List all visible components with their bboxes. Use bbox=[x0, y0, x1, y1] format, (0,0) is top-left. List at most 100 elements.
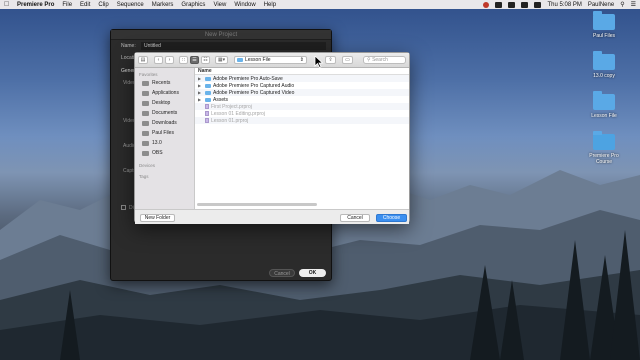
file-name: Adobe Premiere Pro Auto-Save bbox=[213, 75, 283, 82]
choose-folder-sheet: ▤ ‹ › ∷ ☰ ☷ ▦▾ Lesson File ⇕ ⇪ ▭ ⚲ Searc… bbox=[134, 52, 410, 224]
sidebar-item-paul-files[interactable]: Paul Files bbox=[135, 128, 194, 138]
battery-icon[interactable] bbox=[534, 1, 542, 8]
menu-extras: Thu 5:08 PM PaulNene ⚲ ☰ bbox=[483, 1, 636, 8]
sidebar-item-obs[interactable]: OBS bbox=[135, 148, 194, 158]
folder-icon bbox=[593, 11, 615, 30]
dropbox-icon[interactable] bbox=[508, 1, 516, 8]
search-input[interactable]: ⚲ Search bbox=[363, 56, 406, 64]
sidebar-item-label: OBS bbox=[152, 150, 163, 156]
clock[interactable]: Thu 5:08 PM bbox=[547, 2, 581, 8]
menu-clip[interactable]: Clip bbox=[98, 2, 108, 8]
premiere-project-file-icon bbox=[205, 104, 209, 109]
folder-icon bbox=[142, 130, 149, 136]
folder-icon bbox=[205, 90, 211, 95]
list-item: First Project.prproj bbox=[195, 103, 409, 110]
menu-app-name[interactable]: Premiere Pro bbox=[17, 2, 54, 8]
mouse-cursor-icon bbox=[314, 56, 324, 68]
list-icon[interactable]: ☰ bbox=[631, 1, 636, 8]
desktop-icon-13-copy[interactable]: 13.0 copy bbox=[584, 51, 624, 79]
list-view-icon[interactable]: ☰ bbox=[190, 56, 199, 64]
desktop-icon-label: Premiere Pro Course bbox=[589, 153, 619, 165]
icon-view-icon[interactable]: ∷ bbox=[179, 56, 188, 64]
menu-file[interactable]: File bbox=[62, 2, 72, 8]
forward-arrow-icon[interactable]: › bbox=[165, 56, 174, 64]
menu-markers[interactable]: Markers bbox=[152, 2, 174, 8]
search-placeholder: Search bbox=[372, 57, 388, 63]
picker-sidebar: Favorites Recents Applications Desktop D… bbox=[135, 68, 195, 209]
user-name[interactable]: PaulNene bbox=[588, 2, 614, 8]
premiere-project-file-icon bbox=[205, 111, 209, 116]
cancel-button[interactable]: Cancel bbox=[269, 269, 295, 277]
clock-icon bbox=[142, 80, 149, 86]
file-name: Adobe Premiere Pro Captured Video bbox=[213, 89, 295, 96]
share-icon[interactable]: ⇪ bbox=[325, 56, 336, 64]
disclosure-triangle-icon[interactable]: ▶ bbox=[198, 83, 203, 88]
apple-menu-icon[interactable]:  bbox=[4, 1, 11, 8]
sidebar-item-label: Recents bbox=[152, 80, 171, 86]
list-item: Lesson 01.prproj bbox=[195, 117, 409, 124]
menu-graphics[interactable]: Graphics bbox=[181, 2, 205, 8]
location-label: Locati bbox=[121, 55, 135, 61]
tag-icon[interactable]: ▭ bbox=[342, 56, 353, 64]
menu-view[interactable]: View bbox=[213, 2, 226, 8]
sidebar-item-label: Documents bbox=[152, 110, 178, 116]
desktop-icon-paul-files[interactable]: Paul Files bbox=[584, 11, 624, 39]
disclosure-triangle-icon[interactable]: ▶ bbox=[198, 90, 203, 95]
sidebar-item-label: Paul Files bbox=[152, 130, 174, 136]
sidebar-item-documents[interactable]: Documents bbox=[135, 108, 194, 118]
wifi-icon[interactable] bbox=[521, 1, 529, 8]
record-icon[interactable] bbox=[483, 1, 490, 8]
sidebar-item-applications[interactable]: Applications bbox=[135, 88, 194, 98]
cancel-button[interactable]: Cancel bbox=[340, 214, 370, 222]
desktop-icon-label: Lesson File bbox=[591, 113, 617, 119]
menu-window[interactable]: Window bbox=[234, 2, 255, 8]
disclosure-triangle-icon[interactable]: ▶ bbox=[198, 97, 203, 102]
desktop-icon bbox=[142, 100, 149, 106]
ok-button[interactable]: OK bbox=[299, 269, 326, 277]
project-name-field[interactable]: Untitled bbox=[141, 42, 326, 50]
path-popup[interactable]: Lesson File ⇕ bbox=[234, 56, 307, 64]
sidebar-item-recents[interactable]: Recents bbox=[135, 78, 194, 88]
folder-icon bbox=[593, 91, 615, 110]
horizontal-scrollbar[interactable] bbox=[197, 203, 317, 206]
disclosure-triangle-icon[interactable]: ▶ bbox=[198, 76, 203, 81]
screen-icon[interactable] bbox=[495, 1, 503, 8]
choose-button[interactable]: Choose bbox=[376, 214, 407, 222]
desktop-icon-lesson-file[interactable]: Lesson File bbox=[584, 91, 624, 119]
folder-icon bbox=[205, 97, 211, 102]
folder-icon bbox=[142, 150, 149, 156]
menu-edit[interactable]: Edit bbox=[80, 2, 90, 8]
desktop-icon-label: Paul Files bbox=[593, 33, 615, 39]
download-icon bbox=[142, 120, 149, 126]
sidebar-item-label: Desktop bbox=[152, 100, 171, 106]
search-icon[interactable]: ⚲ bbox=[620, 1, 624, 8]
file-name: Lesson 01.prproj bbox=[211, 117, 249, 124]
list-item[interactable]: ▶ Assets bbox=[195, 96, 409, 103]
menu-bar:  Premiere Pro File Edit Clip Sequence M… bbox=[0, 0, 640, 9]
new-folder-button[interactable]: New Folder bbox=[140, 214, 175, 222]
name-label: Name: bbox=[121, 43, 136, 49]
sidebar-item-13[interactable]: 13.0 bbox=[135, 138, 194, 148]
devices-header: Devices bbox=[139, 163, 156, 168]
file-name: Assets bbox=[213, 96, 229, 103]
column-header-name[interactable]: Name bbox=[195, 68, 409, 75]
desktop-icon-premiere-course[interactable]: Premiere Pro Course bbox=[584, 131, 624, 165]
list-item: Lesson 01 Editing.prproj bbox=[195, 110, 409, 117]
list-item[interactable]: ▶ Adobe Premiere Pro Captured Audio bbox=[195, 82, 409, 89]
column-view-icon[interactable]: ☷ bbox=[201, 56, 210, 64]
back-arrow-icon[interactable]: ‹ bbox=[154, 56, 163, 64]
picker-toolbar: ▤ ‹ › ∷ ☰ ☷ ▦▾ Lesson File ⇕ ⇪ ▭ ⚲ Searc… bbox=[135, 53, 409, 68]
menu-sequence[interactable]: Sequence bbox=[117, 2, 144, 8]
sidebar-toggle-icon[interactable]: ▤ bbox=[138, 56, 148, 64]
list-item[interactable]: ▶ Adobe Premiere Pro Captured Video bbox=[195, 89, 409, 96]
menu-help[interactable]: Help bbox=[264, 2, 276, 8]
sidebar-item-label: Applications bbox=[152, 90, 179, 96]
dialog-title: New Project bbox=[111, 30, 331, 40]
list-item[interactable]: ▶ Adobe Premiere Pro Auto-Save bbox=[195, 75, 409, 82]
display-checkbox[interactable] bbox=[121, 205, 126, 210]
group-by-icon[interactable]: ▦▾ bbox=[215, 56, 228, 64]
folder-icon bbox=[205, 76, 211, 81]
folder-icon bbox=[142, 140, 149, 146]
sidebar-item-downloads[interactable]: Downloads bbox=[135, 118, 194, 128]
sidebar-item-desktop[interactable]: Desktop bbox=[135, 98, 194, 108]
